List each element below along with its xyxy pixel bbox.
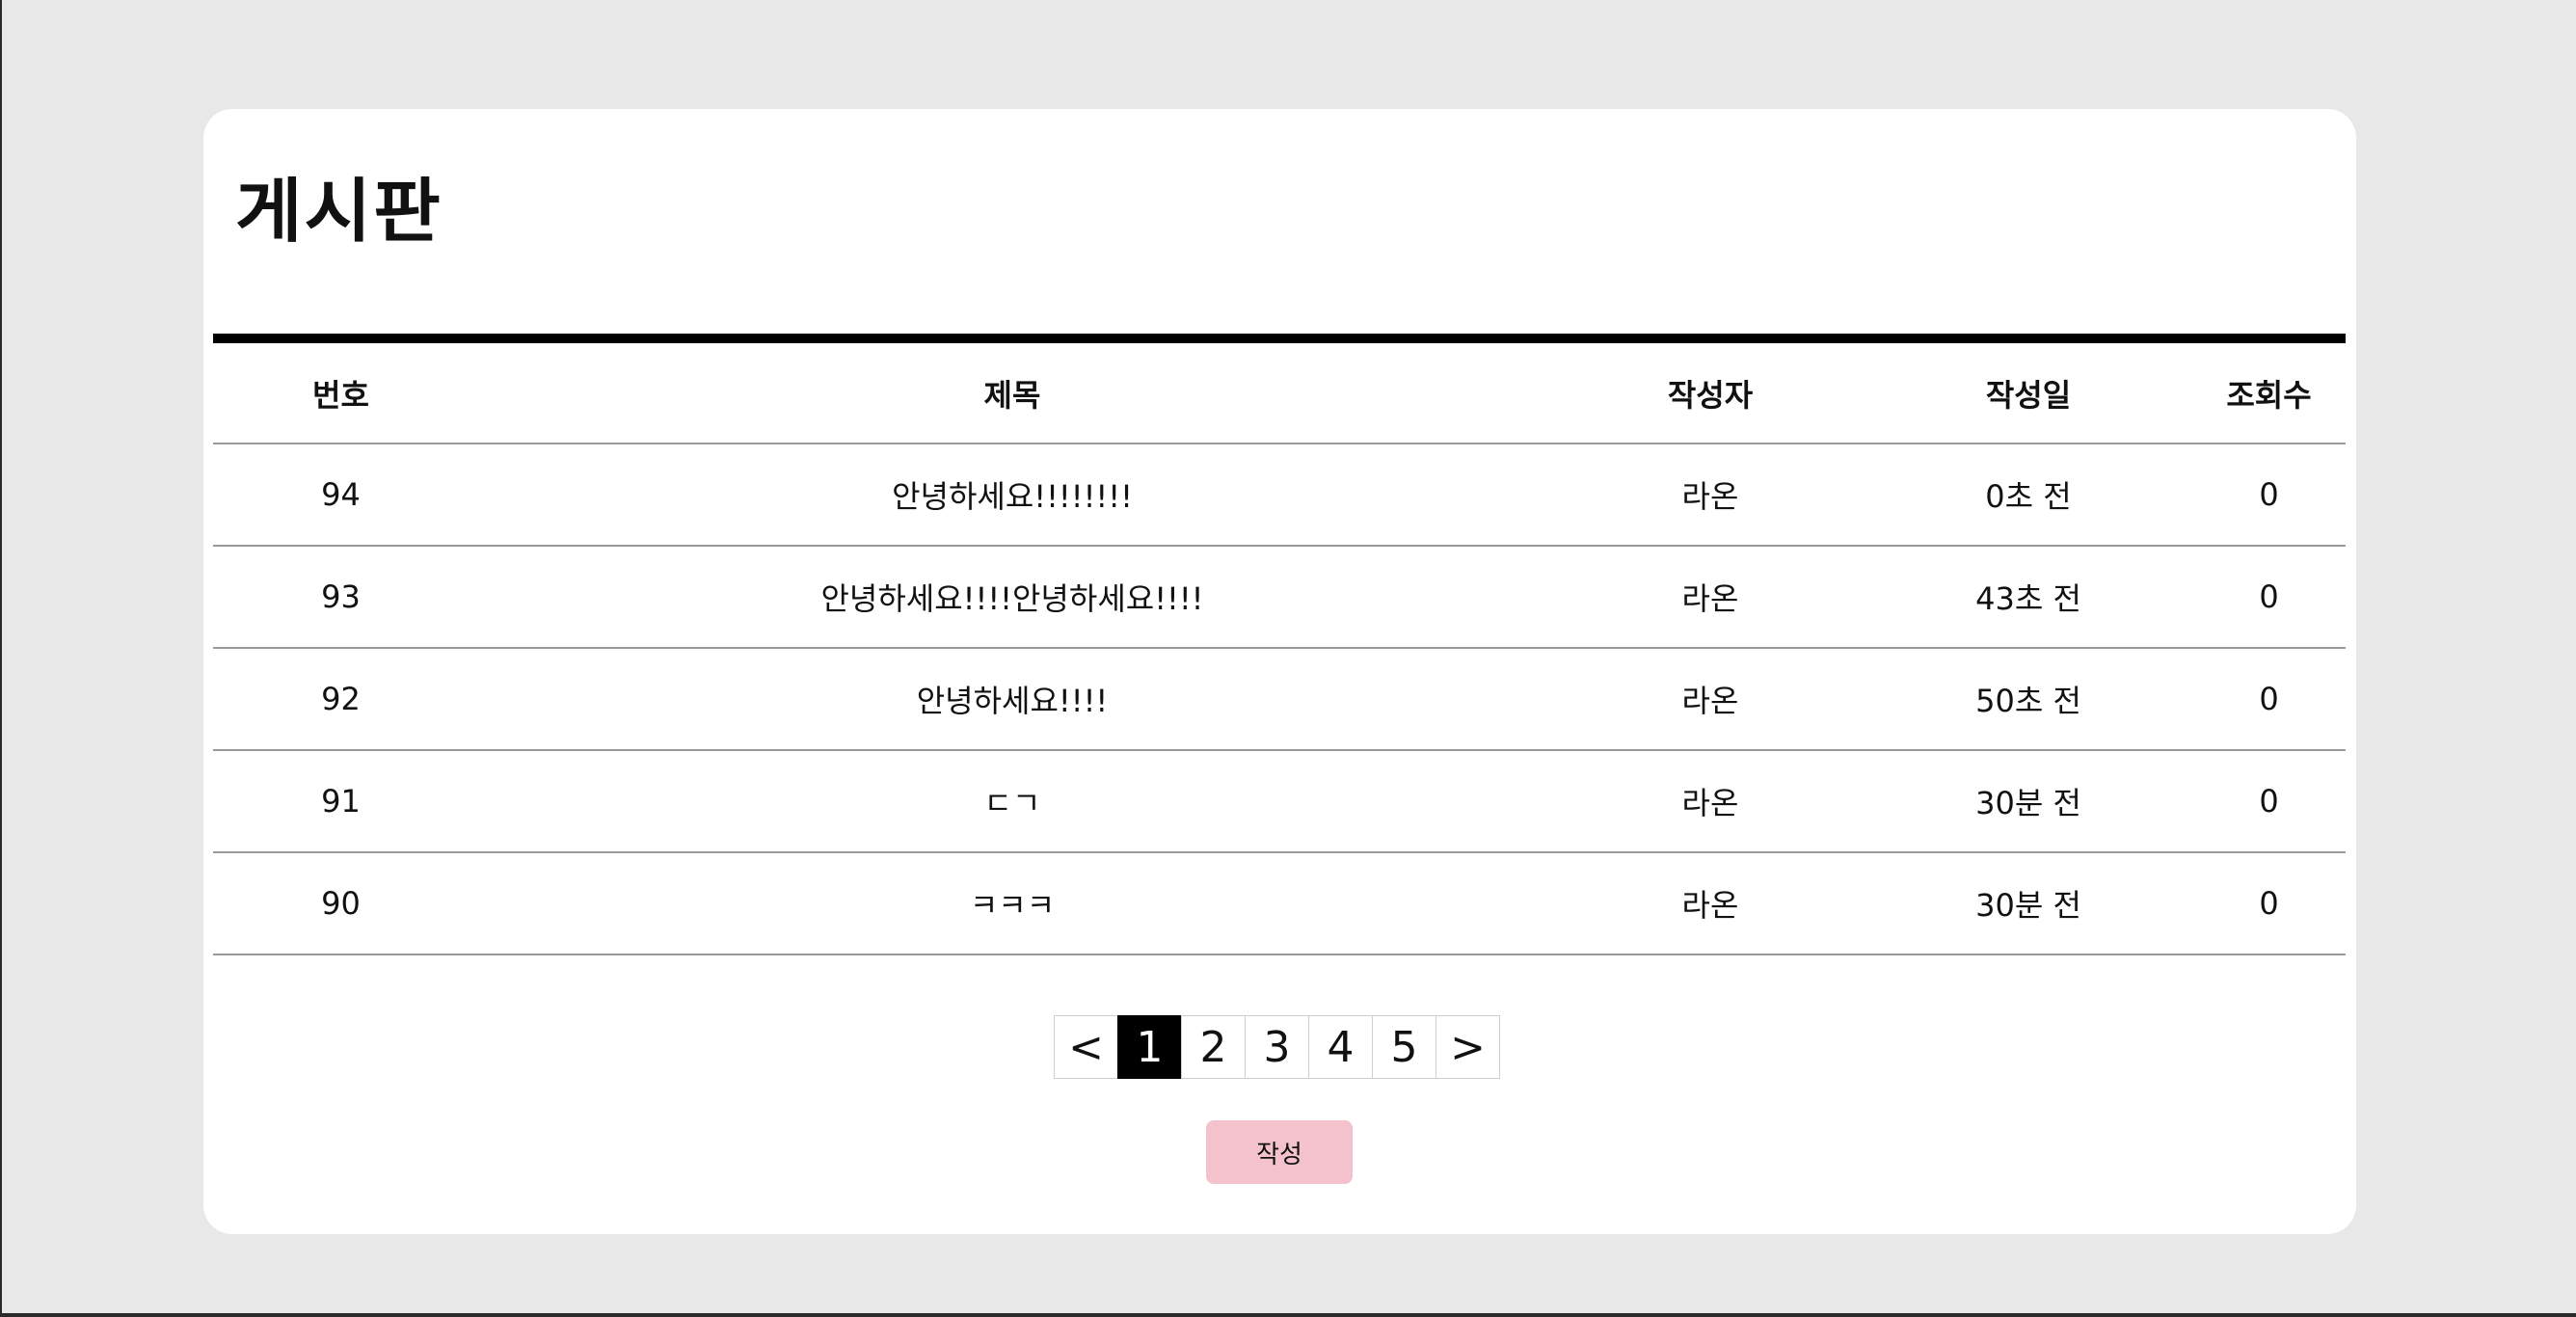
post-date: 0초 전: [1865, 443, 2192, 547]
post-views: 0: [2192, 648, 2346, 751]
table-row[interactable]: 90 ㅋㅋㅋ 라온 30분 전 0: [213, 852, 2346, 955]
page-button-3[interactable]: 3: [1245, 1015, 1309, 1079]
post-date: 50초 전: [1865, 648, 2192, 751]
post-title-link[interactable]: 안녕하세요!!!!: [469, 648, 1556, 751]
post-author: 라온: [1556, 852, 1865, 955]
post-title-link[interactable]: 안녕하세요!!!!!!!!: [469, 443, 1556, 547]
table-row[interactable]: 94 안녕하세요!!!!!!!! 라온 0초 전 0: [213, 443, 2346, 547]
column-header-date: 작성일: [1865, 338, 2192, 444]
board-table-wrap: 번호 제목 작성자 작성일 조회수 94 안녕하세요!!!!!!!! 라온 0초…: [213, 334, 2346, 955]
post-title-link[interactable]: ㄷㄱ: [469, 750, 1556, 853]
post-author: 라온: [1556, 750, 1865, 853]
post-date: 30분 전: [1865, 750, 2192, 853]
pagination: < 1 2 3 4 5 >: [1054, 1015, 1500, 1079]
post-author: 라온: [1556, 648, 1865, 751]
post-title-link[interactable]: 안녕하세요!!!!안녕하세요!!!!: [469, 546, 1556, 649]
table-row[interactable]: 93 안녕하세요!!!!안녕하세요!!!! 라온 43초 전 0: [213, 546, 2346, 649]
table-row[interactable]: 92 안녕하세요!!!! 라온 50초 전 0: [213, 648, 2346, 751]
page-title: 게시판: [235, 171, 443, 252]
post-date: 30분 전: [1865, 852, 2192, 955]
post-views: 0: [2192, 443, 2346, 547]
post-author: 라온: [1556, 443, 1865, 547]
next-page-button[interactable]: >: [1436, 1015, 1500, 1079]
board-card: 게시판 번호 제목 작성자 작성일 조회수 94 안녕하세요!!!!!!!! 라…: [203, 109, 2356, 1234]
column-header-title: 제목: [469, 338, 1556, 444]
table-row[interactable]: 91 ㄷㄱ 라온 30분 전 0: [213, 750, 2346, 853]
window-left-edge: [0, 0, 2, 1317]
post-author: 라온: [1556, 546, 1865, 649]
column-header-views: 조회수: [2192, 338, 2346, 444]
post-number: 91: [213, 750, 469, 853]
page-button-1[interactable]: 1: [1117, 1015, 1182, 1079]
write-post-button[interactable]: 작성: [1206, 1120, 1353, 1184]
page-button-5[interactable]: 5: [1372, 1015, 1436, 1079]
post-views: 0: [2192, 852, 2346, 955]
column-header-author: 작성자: [1556, 338, 1865, 444]
column-header-number: 번호: [213, 338, 469, 444]
prev-page-button[interactable]: <: [1054, 1015, 1118, 1079]
post-title-link[interactable]: ㅋㅋㅋ: [469, 852, 1556, 955]
post-views: 0: [2192, 750, 2346, 853]
board-table: 번호 제목 작성자 작성일 조회수 94 안녕하세요!!!!!!!! 라온 0초…: [213, 334, 2346, 955]
post-number: 93: [213, 546, 469, 649]
window-bottom-edge: [0, 1313, 2576, 1317]
post-number: 90: [213, 852, 469, 955]
post-number: 94: [213, 443, 469, 547]
post-views: 0: [2192, 546, 2346, 649]
page-button-2[interactable]: 2: [1181, 1015, 1246, 1079]
post-number: 92: [213, 648, 469, 751]
post-date: 43초 전: [1865, 546, 2192, 649]
table-header-row: 번호 제목 작성자 작성일 조회수: [213, 338, 2346, 444]
page-button-4[interactable]: 4: [1308, 1015, 1373, 1079]
